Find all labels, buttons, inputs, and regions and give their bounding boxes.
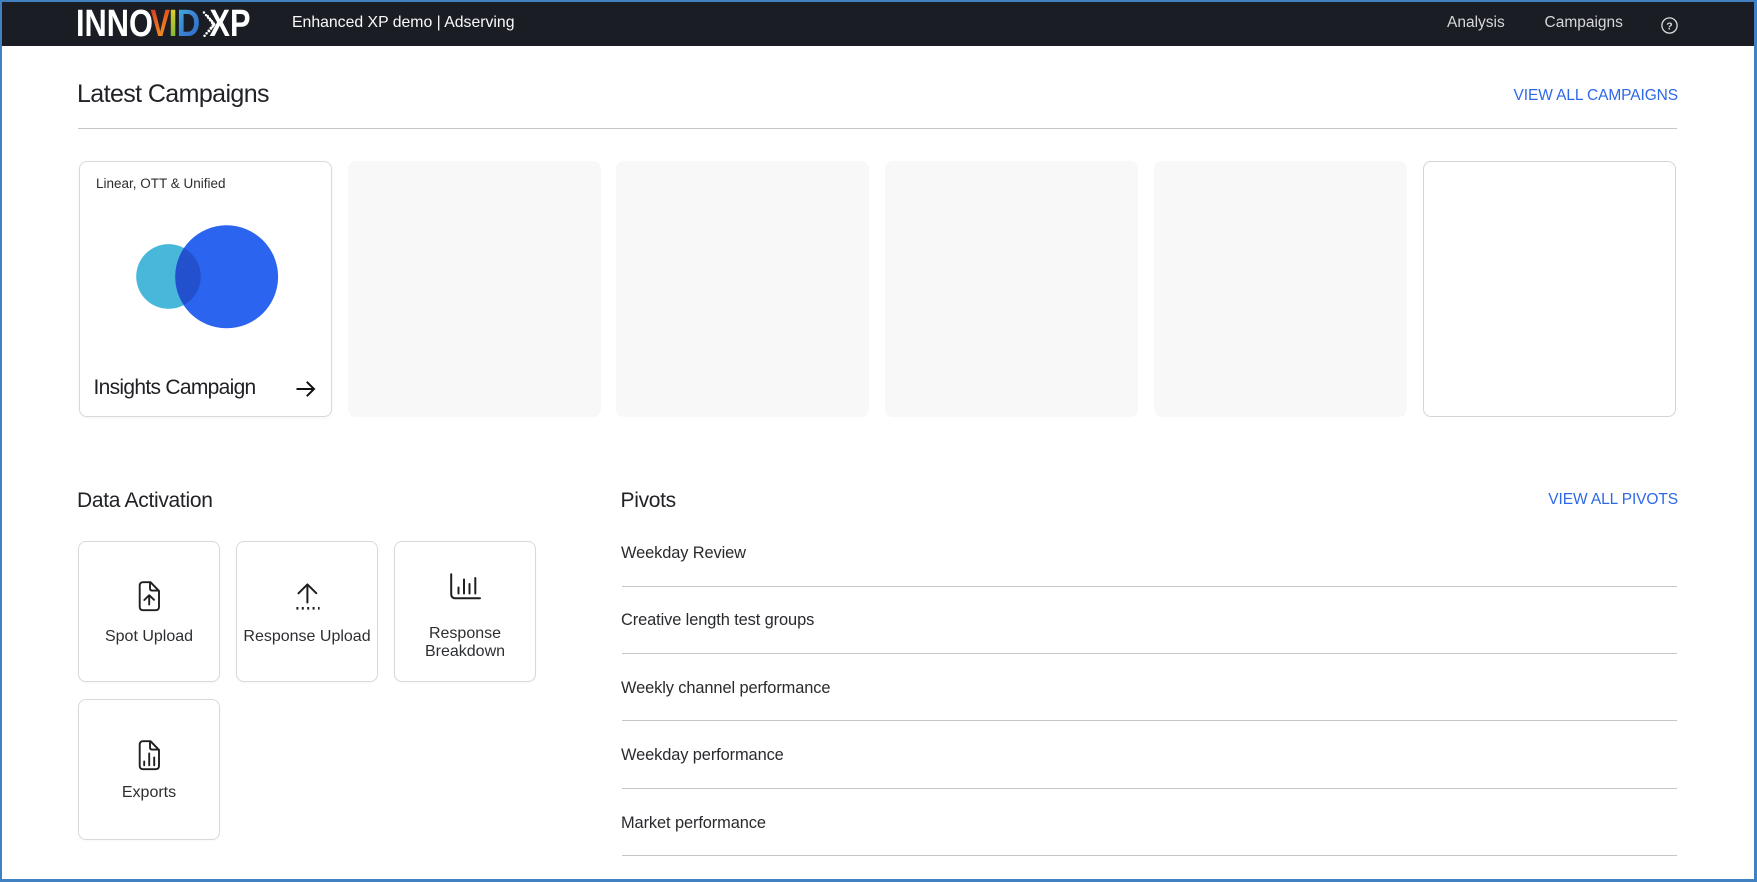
svg-text:V: V	[151, 5, 171, 45]
svg-text:?: ?	[1666, 20, 1672, 32]
svg-text:D: D	[177, 5, 201, 45]
svg-text:INNO: INNO	[76, 5, 153, 45]
svg-text:XP: XP	[210, 5, 251, 45]
